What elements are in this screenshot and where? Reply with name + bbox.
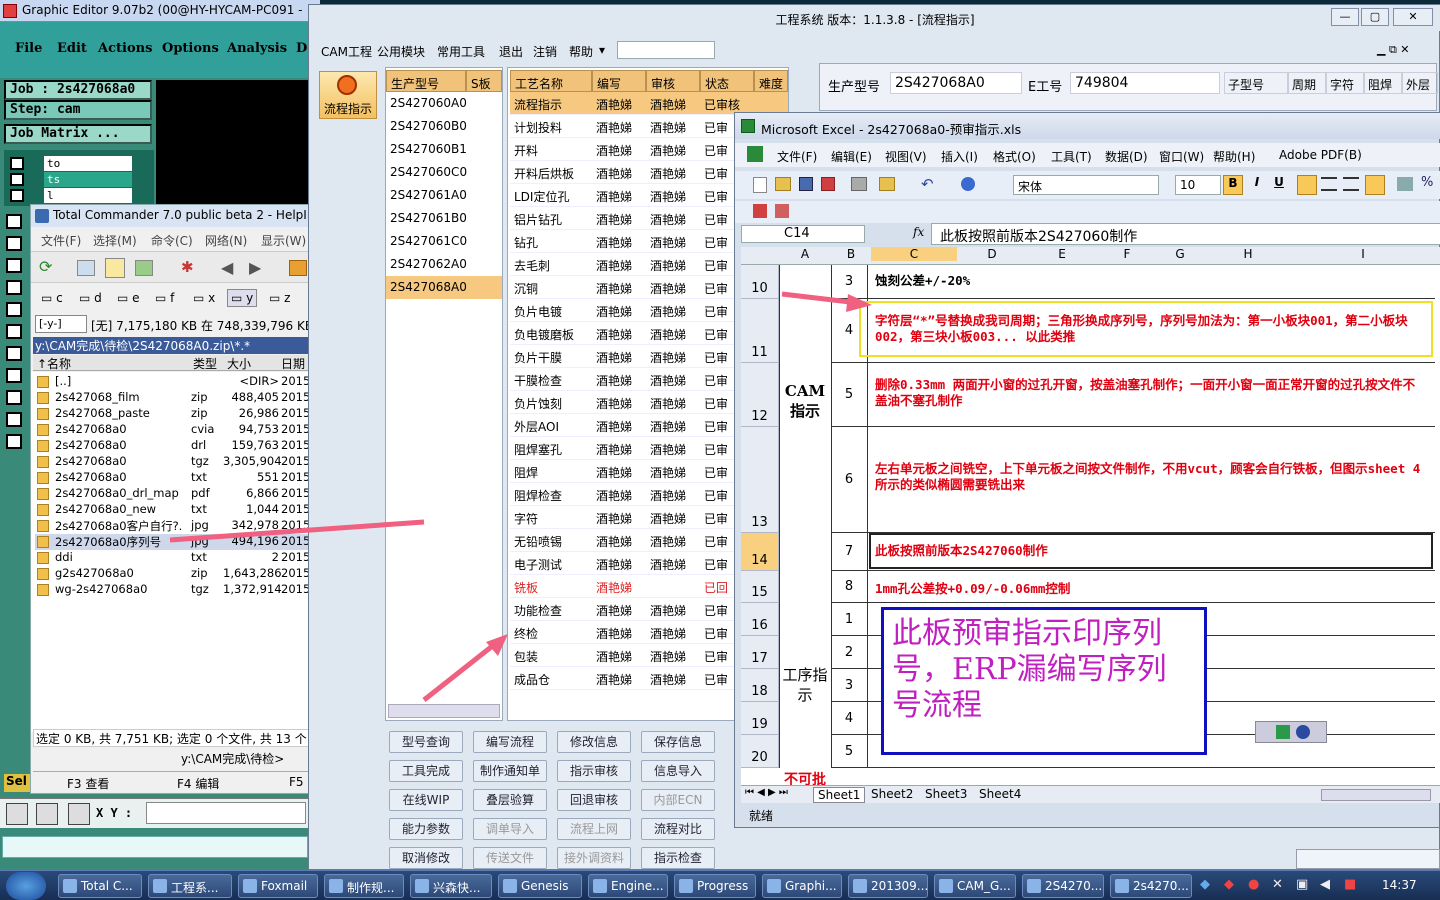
taskbar: Total C... 工程系... Foxmail 制作规... 兴森快... Genes… [0, 849, 1440, 900]
taskbar-item[interactable]: CAM_G... [934, 874, 1016, 898]
app-icon [939, 879, 953, 893]
system-tray: ◆ ◆ ● ✕ ▣ ◀ ■ [1200, 877, 1380, 895]
taskbar-item[interactable]: Graphi... [762, 874, 842, 898]
taskbar-item[interactable]: 工程系... [148, 874, 232, 898]
taskbar-label: CAM_G... [957, 879, 1011, 893]
taskbar-label: Foxmail [261, 879, 308, 893]
tray-icon[interactable]: ◆ [1224, 877, 1234, 892]
taskbar-item[interactable]: Total C... [58, 874, 142, 898]
tray-icon[interactable]: ✕ [1272, 877, 1283, 892]
tray-icon[interactable]: ◆ [1200, 877, 1210, 892]
taskbar-label: Engine... [611, 879, 664, 893]
taskbar-label: 兴森快... [433, 881, 481, 895]
taskbar-item[interactable]: Progress [674, 874, 756, 898]
taskbar-label: Graphi... [785, 879, 837, 893]
arrow-to-file [169, 519, 425, 543]
tray-icon[interactable]: ■ [1344, 877, 1356, 892]
taskbar-item[interactable]: Foxmail [238, 874, 318, 898]
taskbar-label: 2S4270... [1045, 879, 1103, 893]
taskbar-label: 2s4270... [1133, 879, 1189, 893]
app-icon [1115, 879, 1129, 893]
arrow-to-process [422, 638, 502, 702]
taskbar-label: Progress [697, 879, 749, 893]
app-icon [153, 879, 167, 893]
taskbar-item[interactable]: 兴森快... [410, 874, 492, 898]
app-icon [503, 879, 517, 893]
arrowhead [486, 634, 508, 656]
taskbar-label: 制作规... [347, 881, 395, 895]
arrowhead [846, 294, 872, 312]
app-icon [679, 879, 693, 893]
start-button[interactable] [6, 872, 46, 900]
network-icon[interactable]: ▣ [1296, 877, 1308, 892]
app-icon [329, 879, 343, 893]
taskbar-item[interactable]: 201309... [848, 874, 928, 898]
taskbar-item[interactable]: Genesis [498, 874, 582, 898]
app-icon [63, 879, 77, 893]
taskbar-item[interactable]: 制作规... [324, 874, 404, 898]
tray-icon[interactable]: ● [1248, 877, 1259, 892]
taskbar-item[interactable]: 2s4270... [1110, 874, 1192, 898]
taskbar-label: 201309... [871, 879, 928, 893]
app-icon [767, 879, 781, 893]
annotation-arrows [169, 291, 872, 702]
app-icon [415, 879, 429, 893]
taskbar-label: Total C... [81, 879, 133, 893]
app-icon [243, 879, 257, 893]
clock: 14:37 [1382, 878, 1417, 892]
app-icon [853, 879, 867, 893]
app-icon [1027, 879, 1041, 893]
taskbar-label: Genesis [521, 879, 569, 893]
taskbar-label: 工程系... [171, 881, 219, 895]
ime-status-bar[interactable] [1296, 849, 1440, 869]
app-icon [593, 879, 607, 893]
volume-icon[interactable]: ◀ [1320, 877, 1330, 892]
taskbar-item[interactable]: 2S4270... [1022, 874, 1104, 898]
taskbar-item[interactable]: Engine... [588, 874, 668, 898]
arrow-to-row [781, 291, 851, 305]
